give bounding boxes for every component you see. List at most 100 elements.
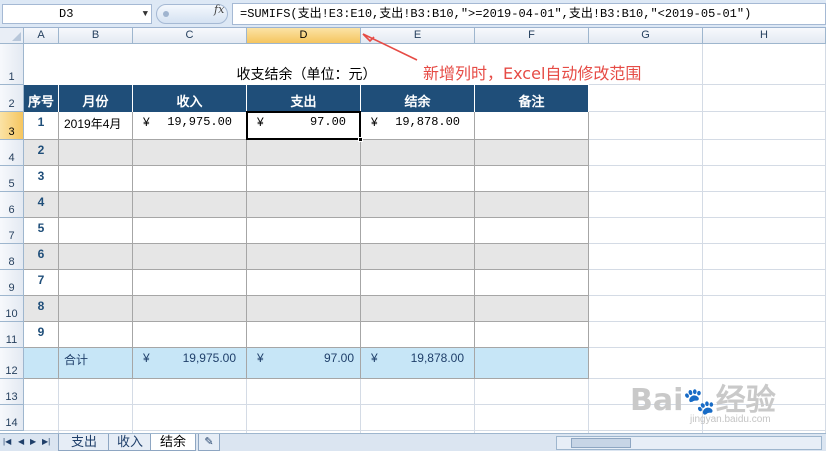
table-cell[interactable] — [475, 112, 589, 140]
table-header-3[interactable]: 支出 — [247, 85, 361, 112]
table-cell[interactable] — [133, 322, 247, 348]
insert-sheet-icon[interactable]: ✎ — [198, 434, 220, 451]
table-cell[interactable] — [247, 322, 361, 348]
table-cell[interactable]: ¥19,975.00 — [133, 112, 247, 140]
table-cell[interactable] — [247, 192, 361, 218]
table-cell[interactable] — [475, 218, 589, 244]
select-all-button[interactable] — [0, 28, 24, 44]
column-header-c[interactable]: C — [133, 28, 247, 44]
row-header-14[interactable]: 14 — [0, 405, 24, 431]
row-header-13[interactable]: 13 — [0, 379, 24, 405]
row-header-3[interactable]: 3 — [0, 112, 24, 140]
table-cell[interactable] — [247, 140, 361, 166]
table-cell[interactable] — [247, 244, 361, 270]
table-cell[interactable] — [133, 140, 247, 166]
insert-function-icon[interactable]: fx — [214, 3, 224, 16]
worksheet-grid[interactable]: ABCDEFGH 1 2 3 4 5 6 7 8 9 10 11 12 13 14 收支结余（单位：元）序… — [0, 28, 826, 433]
table-cell[interactable] — [361, 218, 475, 244]
sheet-tab-1[interactable]: 收入 — [108, 434, 152, 451]
table-cell[interactable] — [59, 270, 133, 296]
table-cell[interactable]: 9 — [24, 322, 59, 348]
row-header-6[interactable]: 6 — [0, 192, 24, 218]
row-header-8[interactable]: 8 — [0, 244, 24, 270]
table-header-2[interactable]: 收入 — [133, 85, 247, 112]
table-cell[interactable] — [361, 192, 475, 218]
total-cell[interactable]: ¥19,878.00 — [361, 348, 475, 379]
table-cell[interactable] — [475, 322, 589, 348]
row-header-7[interactable]: 7 — [0, 218, 24, 244]
table-header-0[interactable]: 序号 — [24, 85, 59, 112]
table-cell[interactable] — [59, 166, 133, 192]
table-cell[interactable] — [361, 140, 475, 166]
last-sheet-icon[interactable]: ▶| — [42, 437, 50, 446]
horizontal-scrollbar[interactable] — [556, 436, 822, 450]
table-cell[interactable] — [247, 270, 361, 296]
sheet-tab-0[interactable]: 支出 — [58, 434, 110, 451]
table-cell[interactable]: 8 — [24, 296, 59, 322]
table-cell[interactable] — [59, 244, 133, 270]
sheet-tab-2[interactable]: 结余 — [150, 434, 196, 451]
table-cell[interactable]: 7 — [24, 270, 59, 296]
table-cell[interactable]: 6 — [24, 244, 59, 270]
row-header-4[interactable]: 4 — [0, 140, 24, 166]
table-cell[interactable]: ¥19,878.00 — [361, 112, 475, 140]
table-cell[interactable] — [133, 270, 247, 296]
table-cell[interactable] — [475, 192, 589, 218]
table-cell[interactable] — [475, 270, 589, 296]
row-header-12[interactable]: 12 — [0, 348, 24, 379]
column-header-b[interactable]: B — [59, 28, 133, 44]
column-header-h[interactable]: H — [703, 28, 826, 44]
row-header-9[interactable]: 9 — [0, 270, 24, 296]
table-header-1[interactable]: 月份 — [59, 85, 133, 112]
table-cell[interactable] — [133, 218, 247, 244]
total-cell[interactable] — [24, 348, 59, 379]
table-cell[interactable]: 4 — [24, 192, 59, 218]
total-cell[interactable] — [475, 348, 589, 379]
prev-sheet-icon[interactable]: ◀ — [18, 437, 24, 446]
table-cell[interactable] — [475, 166, 589, 192]
column-header-a[interactable]: A — [24, 28, 59, 44]
table-header-5[interactable]: 备注 — [475, 85, 589, 112]
table-cell[interactable] — [361, 296, 475, 322]
total-cell[interactable]: ¥97.00 — [247, 348, 361, 379]
table-cell[interactable]: 2 — [24, 140, 59, 166]
table-cell[interactable]: ¥97.00 — [247, 112, 361, 140]
table-cell[interactable] — [247, 166, 361, 192]
formula-input[interactable]: =SUMIFS(支出!E3:E10,支出!B3:B10,">=2019-04-0… — [232, 3, 826, 25]
total-cell[interactable]: 合计 — [59, 348, 133, 379]
table-cell[interactable]: 3 — [24, 166, 59, 192]
column-header-f[interactable]: F — [475, 28, 589, 44]
next-sheet-icon[interactable]: ▶ — [30, 437, 36, 446]
table-cell[interactable] — [133, 192, 247, 218]
column-header-d[interactable]: D — [247, 28, 361, 44]
fill-handle[interactable] — [358, 137, 363, 142]
table-header-4[interactable]: 结余 — [361, 85, 475, 112]
first-sheet-icon[interactable]: |◀ — [3, 437, 11, 446]
table-cell[interactable] — [59, 140, 133, 166]
table-cell[interactable] — [133, 244, 247, 270]
table-cell[interactable] — [59, 192, 133, 218]
table-cell[interactable] — [475, 296, 589, 322]
table-cell[interactable]: 2019年4月 — [59, 112, 133, 140]
table-cell[interactable] — [361, 244, 475, 270]
scrollbar-thumb[interactable] — [571, 438, 631, 448]
row-header-1[interactable]: 1 — [0, 44, 24, 85]
row-header-2[interactable]: 2 — [0, 85, 24, 112]
row-header-5[interactable]: 5 — [0, 166, 24, 192]
table-cell[interactable] — [475, 244, 589, 270]
table-cell[interactable] — [59, 322, 133, 348]
table-cell[interactable] — [247, 218, 361, 244]
table-cell[interactable] — [361, 270, 475, 296]
table-cell[interactable] — [475, 140, 589, 166]
table-cell[interactable]: 1 — [24, 112, 59, 140]
column-header-g[interactable]: G — [589, 28, 703, 44]
table-cell[interactable] — [361, 166, 475, 192]
table-cell[interactable] — [59, 296, 133, 322]
chevron-down-icon[interactable]: ▼ — [143, 5, 148, 23]
table-cell[interactable] — [247, 296, 361, 322]
name-box[interactable]: D3 ▼ — [2, 4, 152, 24]
table-cell[interactable] — [59, 218, 133, 244]
row-header-11[interactable]: 11 — [0, 322, 24, 348]
total-cell[interactable]: ¥19,975.00 — [133, 348, 247, 379]
table-cell[interactable] — [361, 322, 475, 348]
